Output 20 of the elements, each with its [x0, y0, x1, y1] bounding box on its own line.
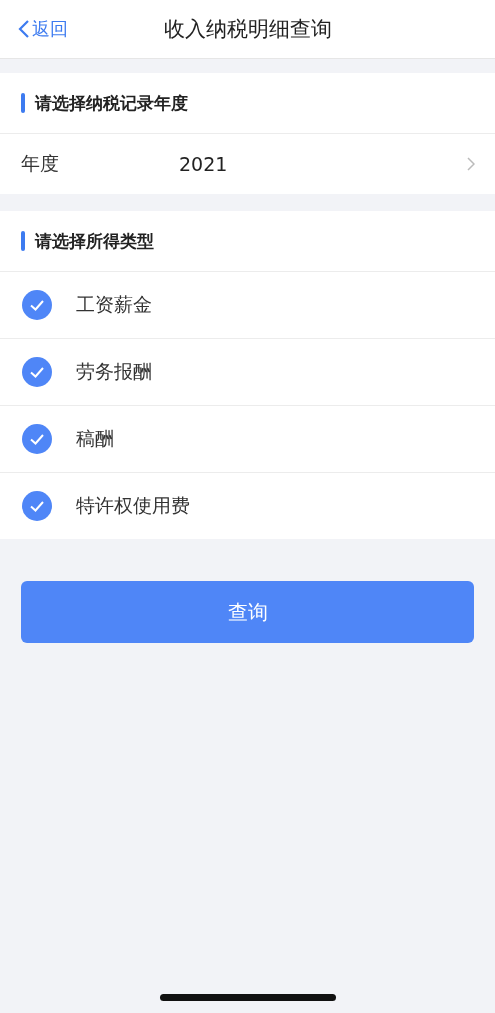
year-label: 年度: [21, 151, 60, 176]
year-row[interactable]: 年度 2021: [0, 134, 495, 194]
option-label: 稿酬: [76, 426, 114, 451]
section-heading: 请选择所得类型: [35, 229, 154, 253]
section-heading: 请选择纳税记录年度: [35, 91, 188, 115]
accent-bar: [21, 231, 25, 251]
checkbox[interactable]: [22, 424, 52, 454]
option-label: 劳务报酬: [76, 359, 152, 384]
option-label: 工资薪金: [76, 292, 152, 317]
checkbox[interactable]: [22, 491, 52, 521]
checkbox[interactable]: [22, 290, 52, 320]
back-button[interactable]: 返回: [0, 17, 68, 41]
query-button[interactable]: 查询: [21, 581, 474, 643]
option-label: 特许权使用费: [76, 493, 190, 518]
checkbox[interactable]: [22, 357, 52, 387]
year-value: 2021: [179, 153, 229, 175]
chevron-right-icon: [467, 157, 475, 171]
page-title: 收入纳税明细查询: [163, 17, 332, 41]
chevron-left-icon: [18, 19, 30, 39]
accent-bar: [21, 93, 25, 113]
